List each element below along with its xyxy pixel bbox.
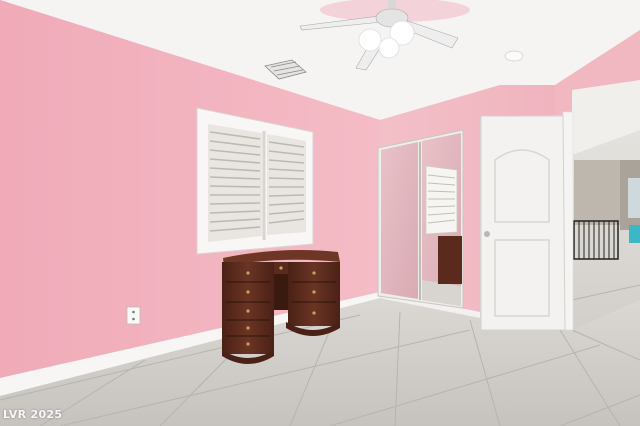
hallway-window <box>628 178 640 218</box>
shuttered-window <box>196 107 314 255</box>
photo-watermark: LVR 2025 <box>3 408 63 421</box>
interior-door <box>480 111 574 331</box>
photo-scene <box>0 0 640 426</box>
smoke-detector <box>504 50 524 62</box>
wall-outlet <box>126 306 141 325</box>
mirrored-closet <box>377 129 464 309</box>
bedroom-photo: LVR 2025 <box>0 0 640 426</box>
hallway-pool-glimpse <box>629 225 640 243</box>
